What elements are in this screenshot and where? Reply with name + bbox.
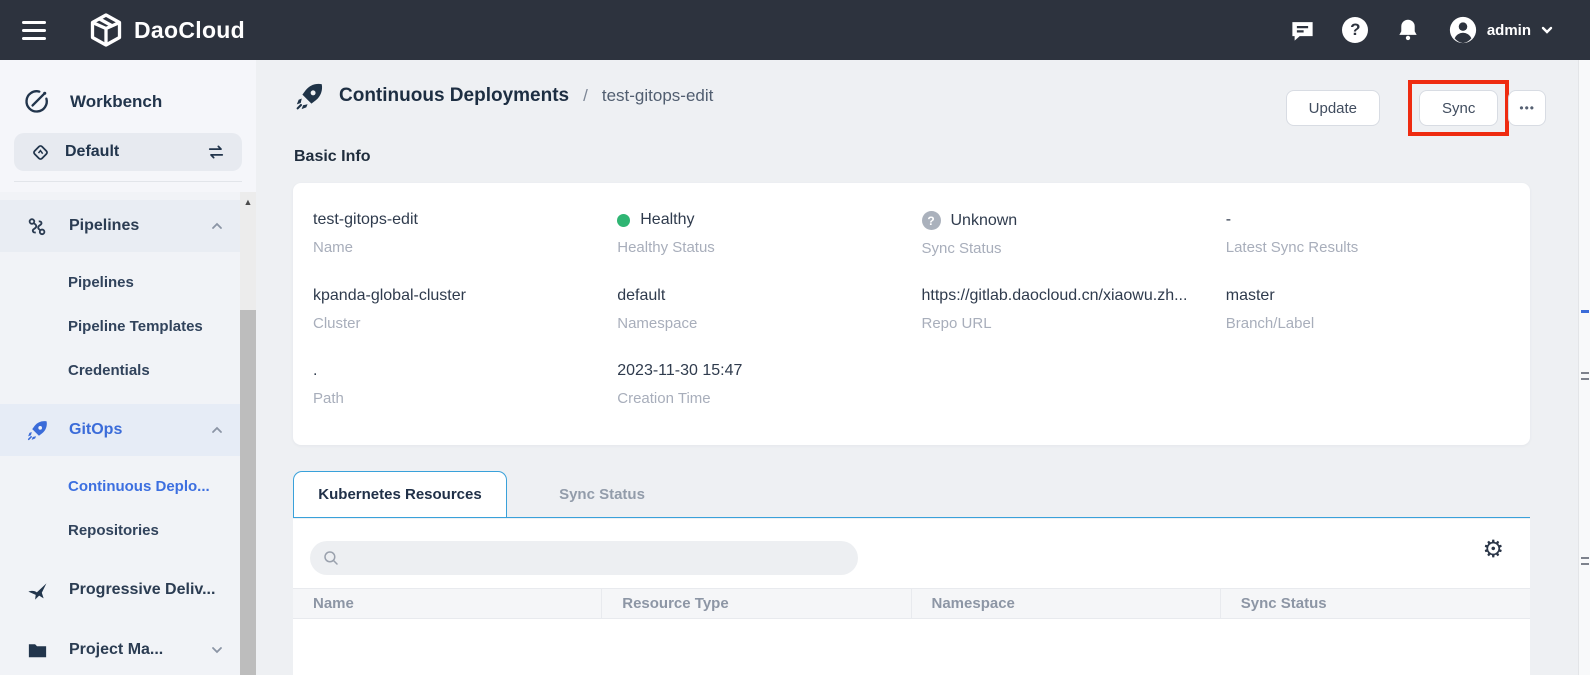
field-branch-label: master Branch/Label: [1226, 287, 1530, 332]
workspace-switcher[interactable]: Default: [14, 133, 242, 171]
workbench-icon: [23, 88, 50, 115]
workspace-diamond-icon: [30, 142, 51, 163]
healthy-status-dot: [617, 214, 630, 227]
sidebar-item-pipeline-templates[interactable]: Pipeline Templates: [0, 304, 240, 348]
field-sync-status: ? Unknown Sync Status: [922, 211, 1226, 257]
messages-icon[interactable]: [1289, 17, 1316, 44]
progressive-delivery-bird-icon: [26, 579, 49, 602]
table-header-row: Name Resource Type Namespace Sync Status: [293, 588, 1530, 619]
sidebar-menu: Pipelines Pipelines Pipeline Templates C…: [0, 192, 256, 675]
field-healthy-status: Healthy Healthy Status: [617, 211, 921, 257]
scrollbar-marker: [1581, 372, 1589, 374]
chevron-up-icon: [210, 219, 224, 233]
field-namespace: default Namespace: [617, 287, 921, 332]
scrollbar-up-arrow[interactable]: ▲: [240, 192, 256, 207]
breadcrumb-root[interactable]: Continuous Deployments: [339, 85, 569, 107]
sidebar-group-project-management[interactable]: Project Ma...: [0, 624, 240, 675]
user-menu[interactable]: admin: [1448, 15, 1554, 45]
sidebar-scrollbar[interactable]: ▲: [240, 192, 256, 675]
field-repo-url: https://gitlab.daocloud.cn/xiaowu.zh... …: [922, 287, 1226, 332]
search-input[interactable]: [340, 541, 858, 575]
tab-kubernetes-resources[interactable]: Kubernetes Resources: [293, 471, 507, 517]
top-navbar: DaoCloud ?: [0, 0, 1590, 60]
project-folder-icon: [26, 639, 49, 662]
sidebar-divider: [14, 181, 242, 182]
scrollbar-marker: [1581, 310, 1589, 313]
chevron-down-icon: [1540, 23, 1554, 37]
sidebar-item-workbench[interactable]: Workbench: [0, 76, 256, 127]
page-actions: Update Sync •••: [1286, 80, 1546, 136]
product-name: DaoCloud: [134, 17, 245, 44]
workspace-name: Default: [65, 143, 206, 161]
main-content: Continuous Deployments / test-gitops-edi…: [256, 60, 1578, 675]
sidebar-group-gitops[interactable]: GitOps: [0, 404, 240, 456]
field-name: test-gitops-edit Name: [313, 211, 617, 257]
sidebar-item-pipelines[interactable]: Pipelines: [0, 260, 240, 304]
navbar-left: DaoCloud: [0, 12, 245, 48]
switch-workspace-icon[interactable]: [206, 142, 226, 162]
sidebar-group-pipelines[interactable]: Pipelines: [0, 200, 240, 252]
table-header-name[interactable]: Name: [293, 589, 602, 618]
search-icon: [322, 549, 340, 567]
sidebar-scrollbar-thumb[interactable]: [240, 310, 256, 675]
sidebar-item-continuous-deployments[interactable]: Continuous Deplo...: [0, 464, 240, 508]
search-box[interactable]: [310, 541, 858, 575]
notifications-bell-icon[interactable]: [1395, 17, 1422, 44]
table-header-resource-type[interactable]: Resource Type: [602, 589, 911, 618]
tab-sync-status[interactable]: Sync Status: [507, 471, 697, 517]
basic-info-card: test-gitops-edit Name Healthy Healthy St…: [293, 183, 1530, 445]
table-header-sync-status[interactable]: Sync Status: [1221, 589, 1530, 618]
pipelines-icon: [26, 215, 49, 238]
sidebar: Workbench Default: [0, 60, 256, 675]
scrollbar-marker: [1581, 378, 1589, 380]
table-settings-gear-icon[interactable]: ⚙: [1482, 537, 1504, 561]
field-path: . Path: [313, 362, 617, 407]
breadcrumb: Continuous Deployments / test-gitops-edi…: [294, 76, 713, 116]
breadcrumb-separator: /: [583, 86, 588, 106]
sidebar-item-credentials[interactable]: Credentials: [0, 348, 240, 392]
avatar: [1448, 15, 1478, 45]
field-latest-sync-results: - Latest Sync Results: [1226, 211, 1530, 257]
scrollbar-marker: [1581, 563, 1589, 565]
field-cluster: kpanda-global-cluster Cluster: [313, 287, 617, 332]
daocloud-cube-icon: [88, 12, 124, 48]
chevron-down-icon: [210, 643, 224, 657]
scrollbar-marker: [1581, 557, 1589, 559]
brand-logo[interactable]: DaoCloud: [88, 12, 245, 48]
sync-button[interactable]: Sync: [1419, 90, 1498, 126]
more-actions-button[interactable]: •••: [1508, 90, 1546, 126]
kubernetes-resources-panel: ⚙ Name Resource Type Namespace Sync Stat…: [293, 519, 1530, 675]
rocket-icon: [294, 81, 325, 112]
gitops-rocket-icon: [26, 419, 49, 442]
sidebar-item-repositories[interactable]: Repositories: [0, 508, 240, 552]
page-scrollbar[interactable]: [1578, 60, 1590, 675]
section-title: Basic Info: [294, 148, 370, 166]
update-button[interactable]: Update: [1286, 90, 1380, 126]
hamburger-menu-icon[interactable]: [22, 15, 48, 46]
daocloud-app: DaoCloud ?: [0, 0, 1590, 675]
chevron-up-icon: [210, 423, 224, 437]
workbench-label: Workbench: [70, 92, 162, 112]
navbar-right: ? admin: [1289, 15, 1590, 45]
unknown-status-icon: ?: [922, 211, 941, 230]
field-creation-time: 2023-11-30 15:47 Creation Time: [617, 362, 921, 407]
username: admin: [1487, 22, 1531, 39]
table-header-namespace[interactable]: Namespace: [912, 589, 1221, 618]
breadcrumb-current: test-gitops-edit: [602, 86, 714, 106]
help-icon[interactable]: ?: [1342, 17, 1369, 44]
sidebar-group-progressive-delivery[interactable]: Progressive Deliv...: [0, 564, 240, 616]
sidebar-top: Workbench Default: [0, 60, 256, 182]
annotation-highlight-box: Sync: [1408, 80, 1509, 136]
tab-bar: Kubernetes Resources Sync Status: [293, 472, 1530, 518]
